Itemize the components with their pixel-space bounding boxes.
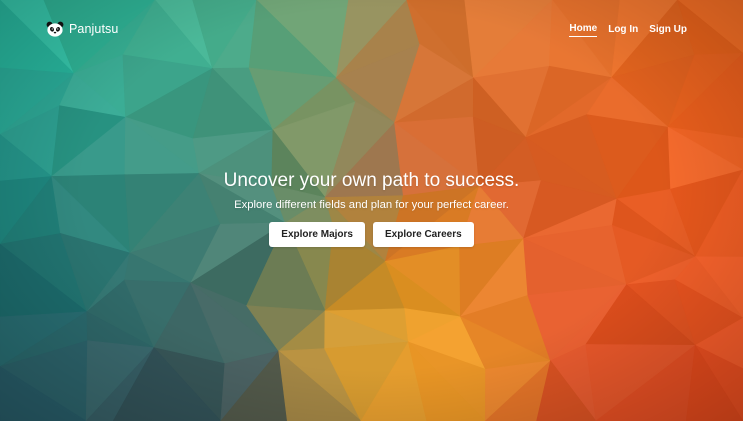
hero-subtitle: Explore different fields and plan for yo… bbox=[234, 199, 509, 211]
hero-content: Uncover your own path to success. Explor… bbox=[0, 170, 743, 247]
brand-name: Panjutsu bbox=[69, 22, 119, 36]
nav-link-sign-up[interactable]: Sign Up bbox=[649, 24, 687, 37]
panda-icon bbox=[46, 21, 64, 37]
landing-page: Panjutsu Home Log In Sign Up Uncover you… bbox=[0, 0, 743, 421]
nav-links: Home Log In Sign Up bbox=[569, 23, 687, 37]
nav-link-log-in[interactable]: Log In bbox=[608, 24, 638, 37]
nav-link-home[interactable]: Home bbox=[569, 23, 598, 37]
brand-link[interactable]: Panjutsu bbox=[46, 21, 118, 37]
hero-actions: Explore Majors Explore Careers bbox=[0, 222, 743, 247]
explore-careers-button[interactable]: Explore Careers bbox=[372, 222, 474, 247]
top-navbar: Panjutsu Home Log In Sign Up bbox=[0, 0, 743, 60]
explore-majors-button[interactable]: Explore Majors bbox=[269, 222, 365, 247]
hero-title: Uncover your own path to success. bbox=[223, 170, 520, 191]
